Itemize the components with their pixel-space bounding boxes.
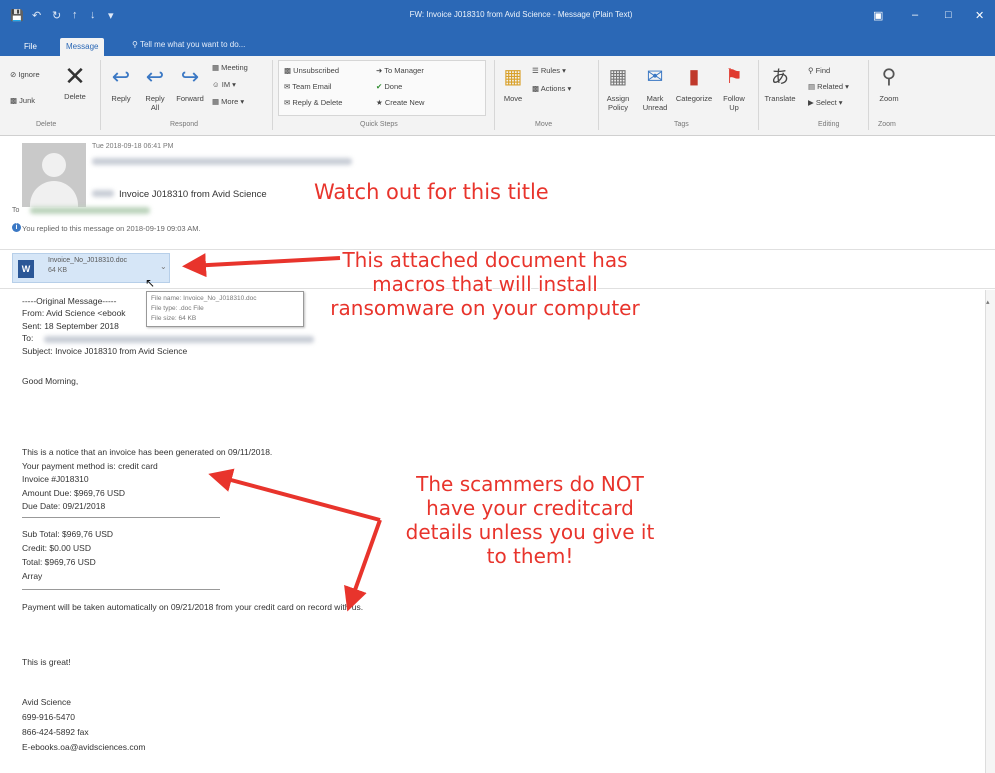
annotation-attachment-warning: This attached document has macros that w…	[310, 248, 660, 320]
annotation-line: ransomware on your computer	[330, 296, 640, 320]
annotation-line: The scammers do NOT	[416, 472, 644, 496]
annotation-card-warning: The scammers do NOT have your creditcard…	[380, 472, 680, 568]
arrow-to-payment-note	[344, 519, 382, 612]
annotation-line: macros that will install	[372, 272, 598, 296]
annotation-arrows	[182, 253, 382, 612]
annotation-line: details unless you give it	[405, 520, 655, 544]
arrow-to-payment-method	[208, 468, 381, 522]
annotation-line: to them!	[486, 544, 574, 568]
annotation-line: This attached document has	[342, 248, 628, 272]
annotation-title-warning: Watch out for this title	[314, 180, 549, 204]
annotation-line: have your creditcard	[426, 496, 634, 520]
